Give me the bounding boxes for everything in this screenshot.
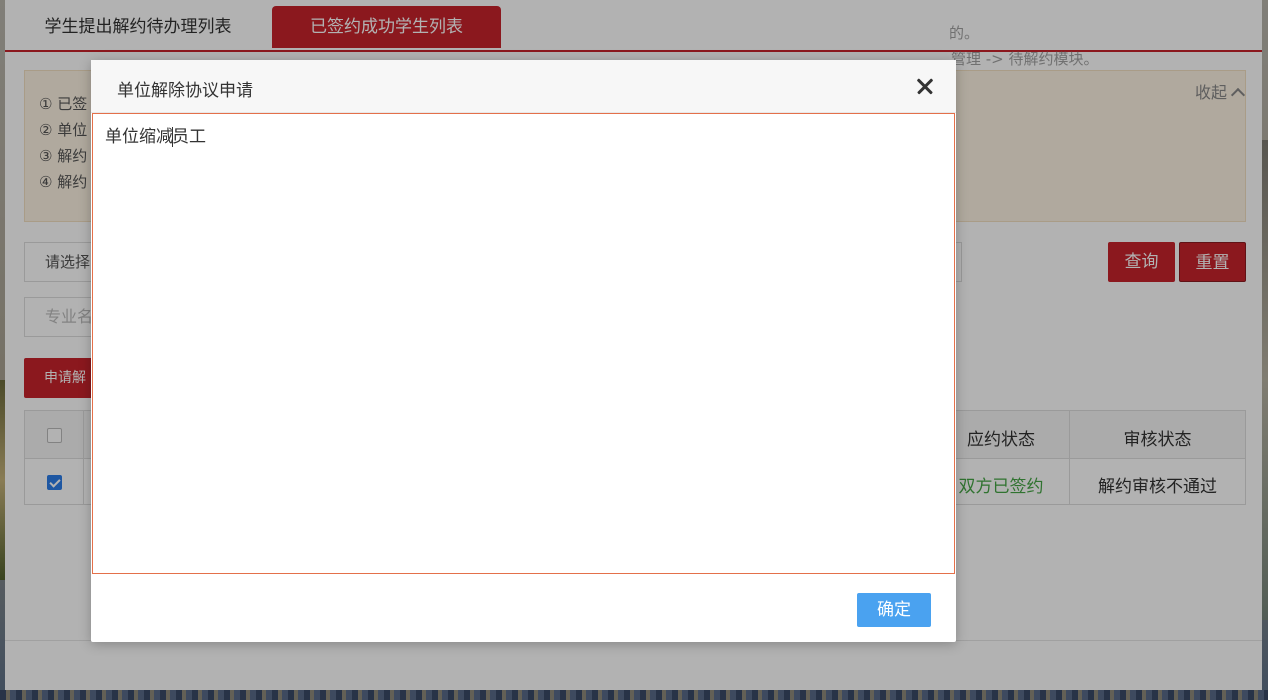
notice-line-1-tail: 的。: [949, 24, 980, 42]
termination-modal: 单位解除协议申请 单位缩减员工 确定: [91, 60, 956, 642]
notice-line-2-tail: 管理 -> 待解约模块。: [951, 50, 1099, 68]
reason-textarea[interactable]: 单位缩减员工: [92, 113, 955, 574]
close-icon[interactable]: [913, 74, 937, 98]
confirm-button[interactable]: 确定: [857, 593, 931, 627]
reason-text-after-caret: 员工: [172, 127, 206, 147]
reason-text-before-caret: 单位缩减: [105, 127, 173, 147]
modal-header: 单位解除协议申请: [91, 60, 956, 113]
modal-title: 单位解除协议申请: [117, 81, 253, 101]
